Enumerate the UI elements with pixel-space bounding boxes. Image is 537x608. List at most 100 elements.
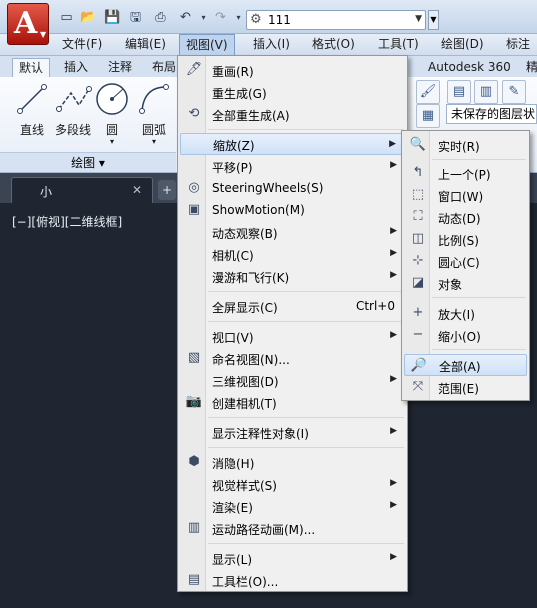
- menu-item-label: 上一个(P): [438, 168, 491, 182]
- menu-item-label: 平移(P): [212, 161, 253, 175]
- layer-states-icon[interactable]: ▥: [474, 80, 498, 104]
- line-icon: [17, 84, 47, 114]
- menu-item-zoom-scale[interactable]: ◫ 比例(S): [404, 228, 527, 250]
- quick-access-customize-button[interactable]: ▼: [428, 10, 439, 30]
- menu-item-zoom-previous[interactable]: ↰ 上一个(P): [404, 162, 527, 184]
- menu-item-zoom-in[interactable]: + 放大(I): [404, 302, 527, 324]
- menu-item-zoom-object[interactable]: ◪ 对象: [404, 272, 527, 294]
- menu-item-named-views[interactable]: ▧ 命名视图(N)...: [180, 347, 405, 369]
- menu-item-zoom-center[interactable]: ⊹ 圆心(C): [404, 250, 527, 272]
- menu-item-redraw[interactable]: 🖊 重画(R): [180, 59, 405, 81]
- menu-item-label: 视口(V): [212, 331, 254, 345]
- menu-item-label: 实时(R): [438, 140, 480, 154]
- menu-format[interactable]: 格式(O): [312, 34, 355, 55]
- document-tab[interactable]: 小 ✕: [11, 177, 153, 203]
- save-as-icon[interactable]: 🖫: [127, 10, 144, 25]
- menu-tools[interactable]: 工具(T): [378, 34, 419, 55]
- menu-item-zoom-window[interactable]: ⬚ 窗口(W): [404, 184, 527, 206]
- menu-item-label: 相机(C): [212, 249, 254, 263]
- menu-file[interactable]: 文件(F): [62, 34, 102, 55]
- layer-isolate-icon[interactable]: ✎: [502, 80, 526, 104]
- arc-tool-button[interactable]: 圆弧 ▾: [132, 79, 176, 146]
- menu-draw[interactable]: 绘图(D): [441, 34, 484, 55]
- menu-item-hide[interactable]: ⬢ 消隐(H): [180, 451, 405, 473]
- menu-item-visual-styles[interactable]: 视觉样式(S) ▶: [180, 473, 405, 495]
- layer-state-dropdown[interactable]: 未保存的图层状: [446, 104, 537, 124]
- menu-item-viewports[interactable]: 视口(V) ▶: [180, 325, 405, 347]
- menu-item-steeringwheels[interactable]: ◎ SteeringWheels(S): [180, 177, 405, 199]
- menu-insert[interactable]: 插入(I): [253, 34, 290, 55]
- zoom-scale-icon: ◫: [411, 231, 425, 246]
- menu-item-label: 比例(S): [438, 234, 479, 248]
- menu-item-label: 重画(R): [212, 65, 254, 79]
- menu-separator: [432, 297, 526, 298]
- menu-item-display[interactable]: 显示(L) ▶: [180, 547, 405, 569]
- draw-panel-title[interactable]: 绘图 ▾: [0, 152, 176, 172]
- circle-tool-button[interactable]: 圆 ▾: [90, 79, 134, 146]
- menu-item-zoom-extents[interactable]: ⤧ 范围(E): [404, 376, 527, 398]
- menu-item-zoom-all[interactable]: 🔎 全部(A): [404, 354, 527, 376]
- menu-item-toolbars[interactable]: ▤ 工具栏(O)...: [180, 569, 405, 591]
- submenu-arrow-icon: ▶: [390, 226, 397, 236]
- menu-item-label: 渲染(E): [212, 501, 253, 515]
- tab-annotate[interactable]: 注释: [108, 58, 132, 77]
- arc-icon: [139, 84, 169, 114]
- menu-item-annotative-objects[interactable]: 显示注释性对象(I) ▶: [180, 421, 405, 443]
- menu-item-label: 全部重生成(A): [212, 109, 290, 123]
- viewport-controls-label[interactable]: [−][俯视][二维线框]: [12, 213, 122, 230]
- application-menu-button[interactable]: A ▼: [7, 3, 49, 45]
- zoom-extents-icon: ⤧: [412, 379, 424, 394]
- open-file-icon[interactable]: 📂: [80, 10, 97, 25]
- chevron-down-icon: ▾: [151, 137, 156, 146]
- menu-item-regen[interactable]: 重生成(G): [180, 81, 405, 103]
- menu-item-zoom-realtime[interactable]: 🔍 实时(R): [404, 134, 527, 156]
- redo-icon[interactable]: ↷: [212, 10, 229, 25]
- redo-dropdown-icon[interactable]: ▾: [230, 10, 247, 25]
- menu-item-create-camera[interactable]: 📷 创建相机(T): [180, 391, 405, 413]
- close-icon[interactable]: ✕: [132, 183, 142, 197]
- undo-dropdown-icon[interactable]: ▾: [195, 10, 212, 25]
- menu-item-orbit[interactable]: 动态观察(B) ▶: [180, 221, 405, 243]
- polyline-tool-label: 多段线: [54, 123, 91, 137]
- menu-separator: [208, 543, 404, 544]
- gear-icon: ⚙: [250, 12, 262, 27]
- menu-item-zoom-out[interactable]: − 缩小(O): [404, 324, 527, 346]
- tab-more[interactable]: 精: [526, 58, 537, 77]
- print-icon[interactable]: ⎙: [152, 10, 169, 25]
- zoom-out-icon: −: [412, 327, 424, 342]
- menu-item-label: SteeringWheels(S): [212, 181, 324, 195]
- match-properties-icon[interactable]: 🖌: [416, 80, 440, 104]
- menu-item-zoom[interactable]: 缩放(Z) ▶: [180, 133, 405, 155]
- menu-separator: [432, 159, 526, 160]
- save-icon[interactable]: 💾: [104, 10, 121, 25]
- menu-item-render[interactable]: 渲染(E) ▶: [180, 495, 405, 517]
- menu-item-zoom-dynamic[interactable]: ⛶ 动态(D): [404, 206, 527, 228]
- menu-item-fullscreen[interactable]: 全屏显示(C) Ctrl+0: [180, 295, 405, 317]
- line-tool-button[interactable]: 直线: [10, 79, 54, 138]
- tab-default[interactable]: 默认: [12, 58, 51, 77]
- menu-item-regen-all[interactable]: ⟲ 全部重生成(A): [180, 103, 405, 125]
- menu-item-showmotion[interactable]: ▣ ShowMotion(M): [180, 199, 405, 221]
- new-tab-button[interactable]: +: [158, 180, 176, 200]
- menu-item-pan[interactable]: 平移(P) ▶: [180, 155, 405, 177]
- tab-layout[interactable]: 布局: [152, 58, 176, 77]
- menu-item-3d-views[interactable]: 三维视图(D) ▶: [180, 369, 405, 391]
- menu-item-walk-fly[interactable]: 漫游和飞行(K) ▶: [180, 265, 405, 287]
- chevron-down-icon: ▼: [40, 30, 47, 39]
- chevron-down-icon: ▼: [415, 14, 422, 24]
- tab-autodesk-360[interactable]: Autodesk 360: [428, 58, 511, 77]
- menu-item-camera[interactable]: 相机(C) ▶: [180, 243, 405, 265]
- undo-icon[interactable]: ↶: [177, 10, 194, 25]
- menu-item-motion-path[interactable]: ▥ 运动路径动画(M)...: [180, 517, 405, 539]
- tab-insert[interactable]: 插入: [64, 58, 88, 77]
- new-file-icon[interactable]: ▭: [58, 10, 75, 25]
- submenu-arrow-icon: ▶: [390, 426, 397, 436]
- menu-view[interactable]: 视图(V): [179, 34, 235, 56]
- menu-dimension[interactable]: 标注: [506, 34, 530, 55]
- layer-properties-icon[interactable]: ▤: [447, 80, 471, 104]
- menu-edit[interactable]: 编辑(E): [125, 34, 166, 55]
- menu-item-label: 视觉样式(S): [212, 479, 277, 493]
- workspace-dropdown[interactable]: ⚙ 111 ▼: [246, 10, 426, 30]
- menu-item-label: 运动路径动画(M)...: [212, 523, 316, 537]
- layer-icon[interactable]: ▦: [416, 104, 440, 128]
